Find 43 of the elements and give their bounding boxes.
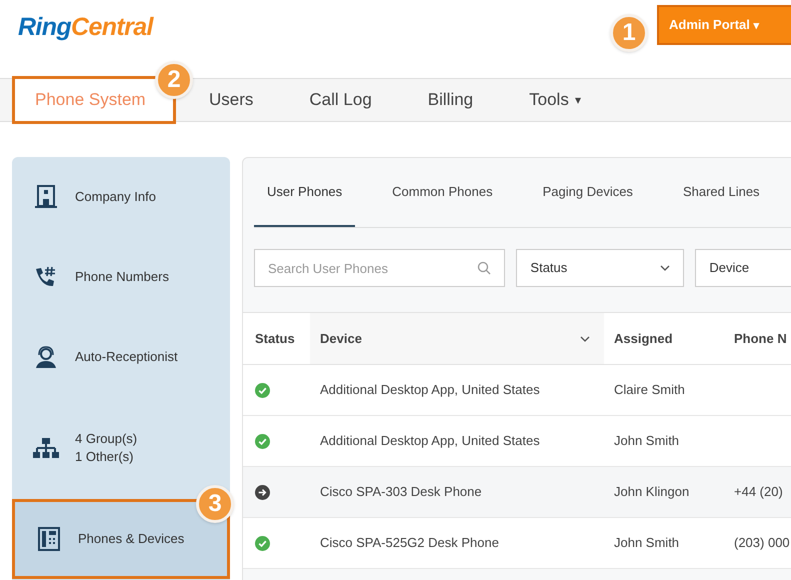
nav-tab[interactable]: Call Log — [309, 87, 372, 113]
ringcentral-logo: RingCentral — [18, 15, 153, 40]
desk-phone-icon — [38, 527, 60, 551]
table-cell-text: Additional Desktop App, United States — [319, 381, 541, 400]
table-cell-text: John Smith — [613, 534, 680, 552]
tab[interactable]: Common Phones — [379, 158, 506, 227]
chevron-down-icon — [580, 336, 590, 342]
sidebar-item[interactable]: Company Info — [12, 157, 230, 237]
tab[interactable]: User Phones — [254, 158, 356, 227]
table-cell-text: John Smith — [613, 432, 680, 450]
headset-person-icon — [34, 345, 58, 369]
org-chart-icon — [33, 437, 59, 459]
tab[interactable]: Paging Devices — [530, 158, 646, 227]
building-icon — [35, 185, 57, 209]
table-cell-text: +44 (20) — [733, 483, 783, 502]
table-cell-text: Cisco SPA-525G2 Desk Phone — [319, 534, 500, 552]
arrow-circle-icon — [255, 484, 270, 500]
table-cell-text: Cisco SPA-303 Desk Phone — [319, 483, 483, 502]
nav-tab[interactable]: Tools ▾ — [529, 87, 581, 113]
check-circle-icon — [255, 434, 270, 448]
nav-tab[interactable]: Billing — [428, 87, 474, 113]
tab[interactable]: Shared Lines — [670, 158, 773, 227]
chevron-down-icon — [660, 265, 670, 271]
column-header: Status — [254, 330, 296, 348]
table-cell-text: (203) 000 — [733, 534, 790, 552]
check-circle-icon — [255, 382, 270, 398]
device-column-header[interactable]: Device — [310, 313, 604, 364]
search-icon — [477, 261, 492, 275]
caret-icon: ▾ — [754, 20, 760, 32]
sidebar-item[interactable]: Auto-Receptionist — [12, 317, 230, 397]
step-number-badge: 2 — [155, 61, 193, 99]
search-field[interactable]: Search User Phones — [254, 249, 506, 287]
table-cell-text: Claire Smith — [613, 381, 686, 400]
status-dropdown[interactable]: Status — [516, 249, 684, 287]
column-header: Assigned — [613, 330, 674, 348]
sidebar-item[interactable]: Phone Numbers — [12, 237, 230, 317]
nav-tab[interactable]: Users — [209, 87, 254, 113]
check-circle-icon — [255, 536, 270, 550]
table-cell-text: Additional Desktop App, United States — [319, 432, 541, 450]
device-dropdown[interactable]: Device — [695, 249, 791, 287]
step-number-badge: 1 — [610, 14, 648, 52]
table-cell-text: John Klingon — [613, 483, 690, 502]
column-header: Phone N — [733, 330, 787, 348]
